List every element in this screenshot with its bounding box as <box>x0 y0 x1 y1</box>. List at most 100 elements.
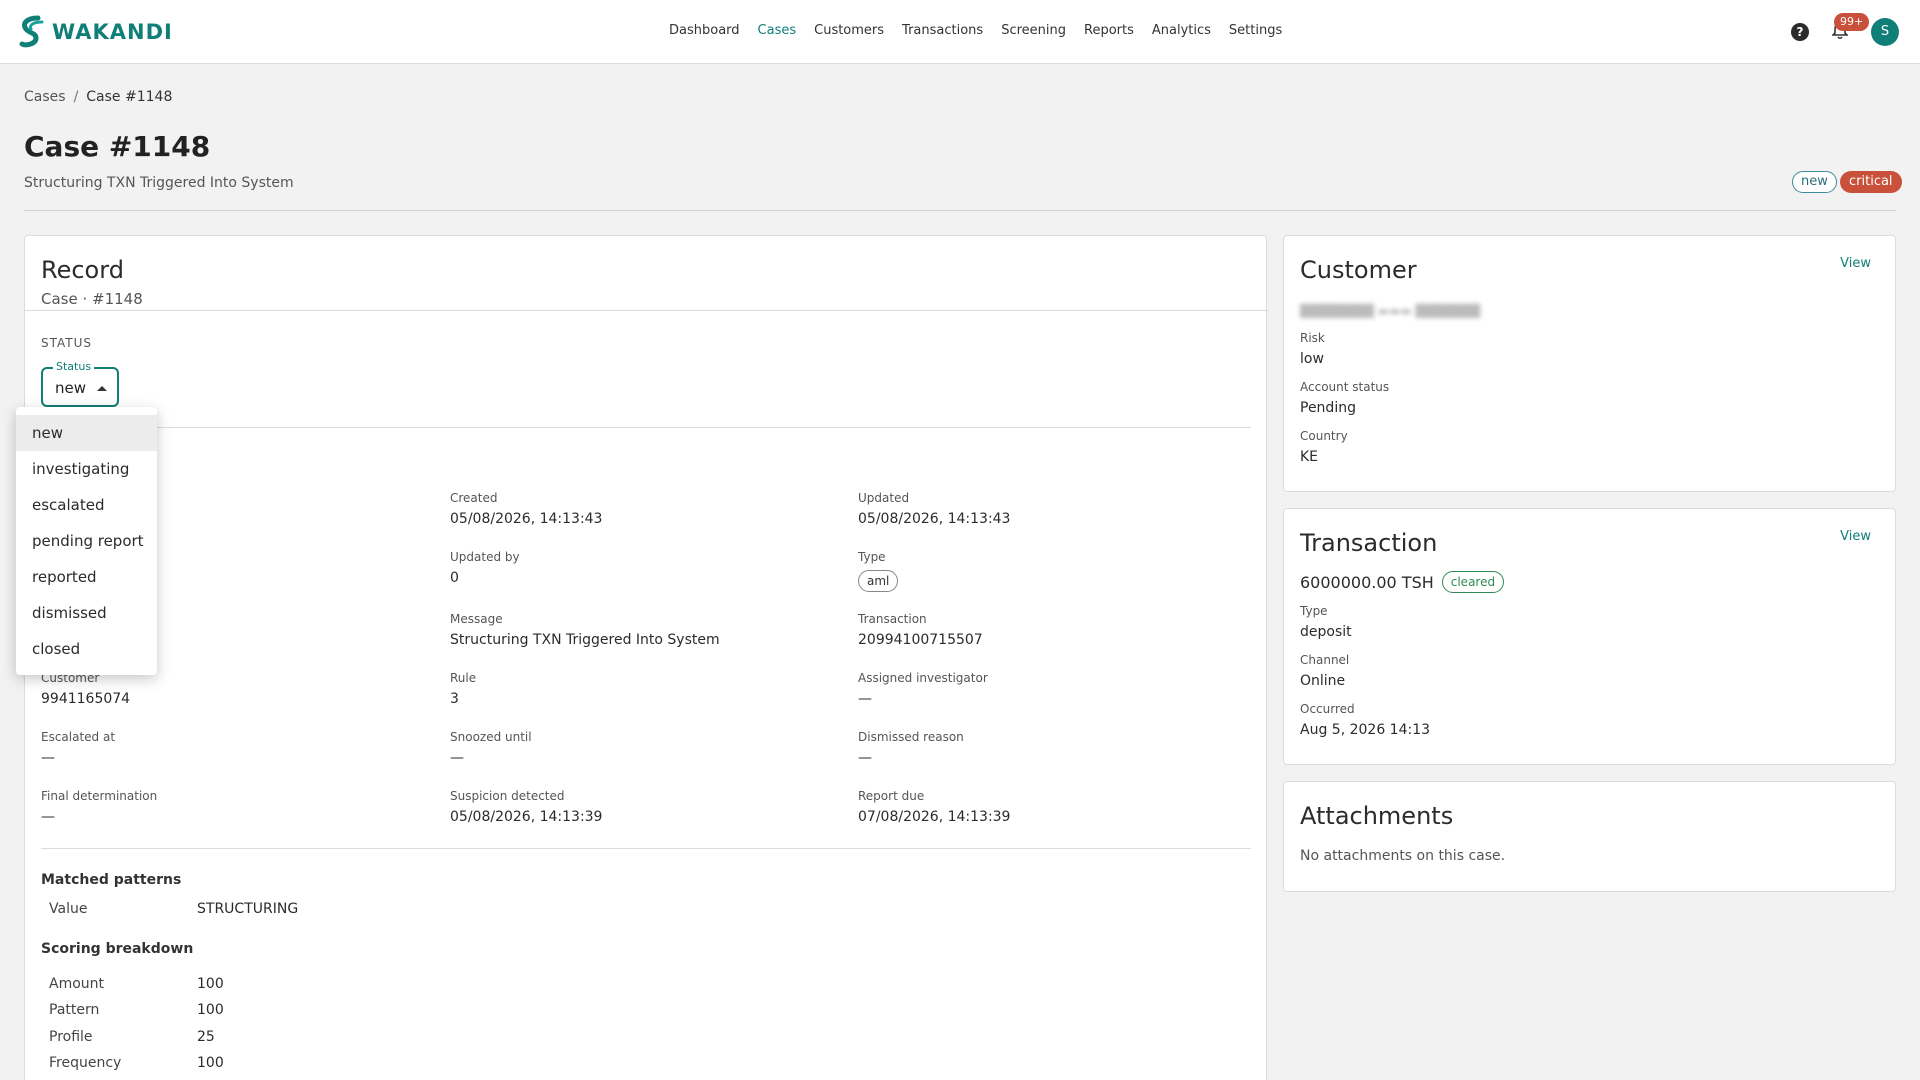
nav-cases[interactable]: Cases <box>758 23 797 38</box>
score-value-pattern: 100 <box>197 1002 224 1018</box>
field-value: — <box>41 750 55 766</box>
transaction-status-chip: cleared <box>1441 571 1505 593</box>
field-customer: Customer 9941165074 <box>41 671 130 707</box>
status-select-label: Status <box>53 360 95 373</box>
field-label: Account status <box>1300 380 1390 394</box>
logo-icon <box>19 15 44 48</box>
field-report-due: Report due 07/08/2026, 14:13:39 <box>858 789 1010 825</box>
field-label: Updated <box>858 491 910 505</box>
status-option-investigating[interactable]: investigating <box>16 451 157 487</box>
page-title: Case #1148 <box>24 130 211 163</box>
status-option-pending-report[interactable]: pending report <box>16 523 157 559</box>
transaction-occurred: Occurred Aug 5, 2026 14:13 <box>1300 702 1430 738</box>
record-card: Record Case · #1148 STATUS Status new Cr… <box>24 235 1268 1080</box>
field-label: Occurred <box>1300 702 1355 716</box>
field-label: Channel <box>1300 653 1350 667</box>
field-value: 05/08/2026, 14:13:39 <box>450 809 603 825</box>
attachments-empty-message: No attachments on this case. <box>1300 848 1506 864</box>
page-subtitle: Structuring TXN Triggered Into System <box>24 175 294 191</box>
breadcrumb-cases-link[interactable]: Cases <box>24 89 66 105</box>
field-value: — <box>41 809 55 825</box>
score-key-frequency: Frequency <box>49 1055 122 1071</box>
field-assigned-investigator: Assigned investigator — <box>858 671 988 707</box>
status-badge: new <box>1792 171 1837 193</box>
field-label: Risk <box>1300 331 1325 345</box>
field-type: Type aml <box>858 550 899 592</box>
customer-card: Customer View ████████ ▬▬▬ ███████ Risk … <box>1283 235 1896 492</box>
field-value: 9941165074 <box>41 691 131 707</box>
field-label: Escalated at <box>41 730 116 744</box>
pattern-key: Value <box>49 901 88 917</box>
field-label: Country <box>1300 429 1348 443</box>
field-label: Type <box>1300 604 1328 618</box>
status-option-dismissed[interactable]: dismissed <box>16 595 157 631</box>
pattern-value: STRUCTURING <box>197 901 299 917</box>
field-value: — <box>858 691 872 707</box>
transaction-card: Transaction View 6000000.00 TSH cleared … <box>1283 508 1896 765</box>
field-message: Message Structuring TXN Triggered Into S… <box>450 612 720 648</box>
status-select[interactable]: Status new <box>41 360 119 407</box>
help-icon[interactable]: ? <box>1791 23 1809 41</box>
field-updated-by: Updated by 0 <box>450 550 520 586</box>
breadcrumb: Cases / Case #1148 <box>24 89 172 105</box>
brand-logo[interactable]: WAKANDI <box>16 14 173 50</box>
field-label: Updated by <box>450 550 520 564</box>
field-value: 05/08/2026, 14:13:43 <box>450 511 603 527</box>
field-value: Online <box>1300 673 1346 689</box>
nav-settings[interactable]: Settings <box>1229 23 1282 38</box>
field-value: Aug 5, 2026 14:13 <box>1300 722 1431 738</box>
record-header-divider <box>25 310 1268 311</box>
field-value: 20994100715507 <box>858 632 983 648</box>
customer-title: Customer <box>1300 256 1417 284</box>
customer-view-link[interactable]: View <box>1840 256 1871 271</box>
record-title: Record <box>41 256 124 284</box>
field-label: Assigned investigator <box>858 671 988 685</box>
field-transaction: Transaction 20994100715507 <box>858 612 983 648</box>
field-escalated-at: Escalated at — <box>41 730 115 766</box>
status-option-reported[interactable]: reported <box>16 559 157 595</box>
transaction-title: Transaction <box>1300 529 1438 557</box>
brand-name: WAKANDI <box>52 20 173 44</box>
main-nav: Dashboard Cases Customers Transactions S… <box>669 23 1282 38</box>
nav-reports[interactable]: Reports <box>1084 23 1134 38</box>
severity-badge: critical <box>1840 171 1902 193</box>
nav-transactions[interactable]: Transactions <box>902 23 983 38</box>
transaction-amount: 6000000.00 TSH <box>1300 572 1434 592</box>
scoring-breakdown-heading: Scoring breakdown <box>41 941 194 957</box>
field-value: 05/08/2026, 14:13:43 <box>858 511 1011 527</box>
field-final-determination: Final determination — <box>41 789 157 825</box>
caret-up-icon <box>97 386 107 391</box>
field-value: — <box>450 750 464 766</box>
status-select-value: new <box>55 379 87 397</box>
nav-screening[interactable]: Screening <box>1001 23 1066 38</box>
top-navbar: WAKANDI Dashboard Cases Customers Transa… <box>0 0 1920 64</box>
type-chip: aml <box>858 570 899 592</box>
field-label: Type <box>858 550 886 564</box>
nav-analytics[interactable]: Analytics <box>1152 23 1211 38</box>
user-avatar[interactable]: S <box>1871 18 1899 46</box>
fields-divider <box>41 848 1251 849</box>
attachments-card: Attachments No attachments on this case. <box>1283 781 1896 892</box>
customer-country: Country KE <box>1300 429 1348 465</box>
field-updated: Updated 05/08/2026, 14:13:43 <box>858 491 1010 527</box>
field-value: deposit <box>1300 624 1352 640</box>
field-label: Transaction <box>858 612 927 626</box>
nav-customers[interactable]: Customers <box>814 23 884 38</box>
status-option-new[interactable]: new <box>16 415 157 451</box>
status-dropdown-menu: new investigating escalated pending repo… <box>16 407 157 675</box>
field-value: Structuring TXN Triggered Into System <box>450 632 720 648</box>
matched-patterns-heading: Matched patterns <box>41 872 182 888</box>
field-label: Final determination <box>41 789 158 803</box>
transaction-view-link[interactable]: View <box>1840 529 1871 544</box>
field-value: — <box>858 750 872 766</box>
transaction-type: Type deposit <box>1300 604 1352 640</box>
status-option-closed[interactable]: closed <box>16 631 157 667</box>
status-option-escalated[interactable]: escalated <box>16 487 157 523</box>
customer-name-redacted: ████████ ▬▬▬ ███████ <box>1300 304 1481 318</box>
field-label: Dismissed reason <box>858 730 964 744</box>
score-value-profile: 25 <box>197 1029 215 1045</box>
field-value: 07/08/2026, 14:13:39 <box>858 809 1011 825</box>
customer-risk: Risk low <box>1300 331 1325 367</box>
nav-dashboard[interactable]: Dashboard <box>669 23 740 38</box>
score-value-frequency: 100 <box>197 1055 224 1071</box>
